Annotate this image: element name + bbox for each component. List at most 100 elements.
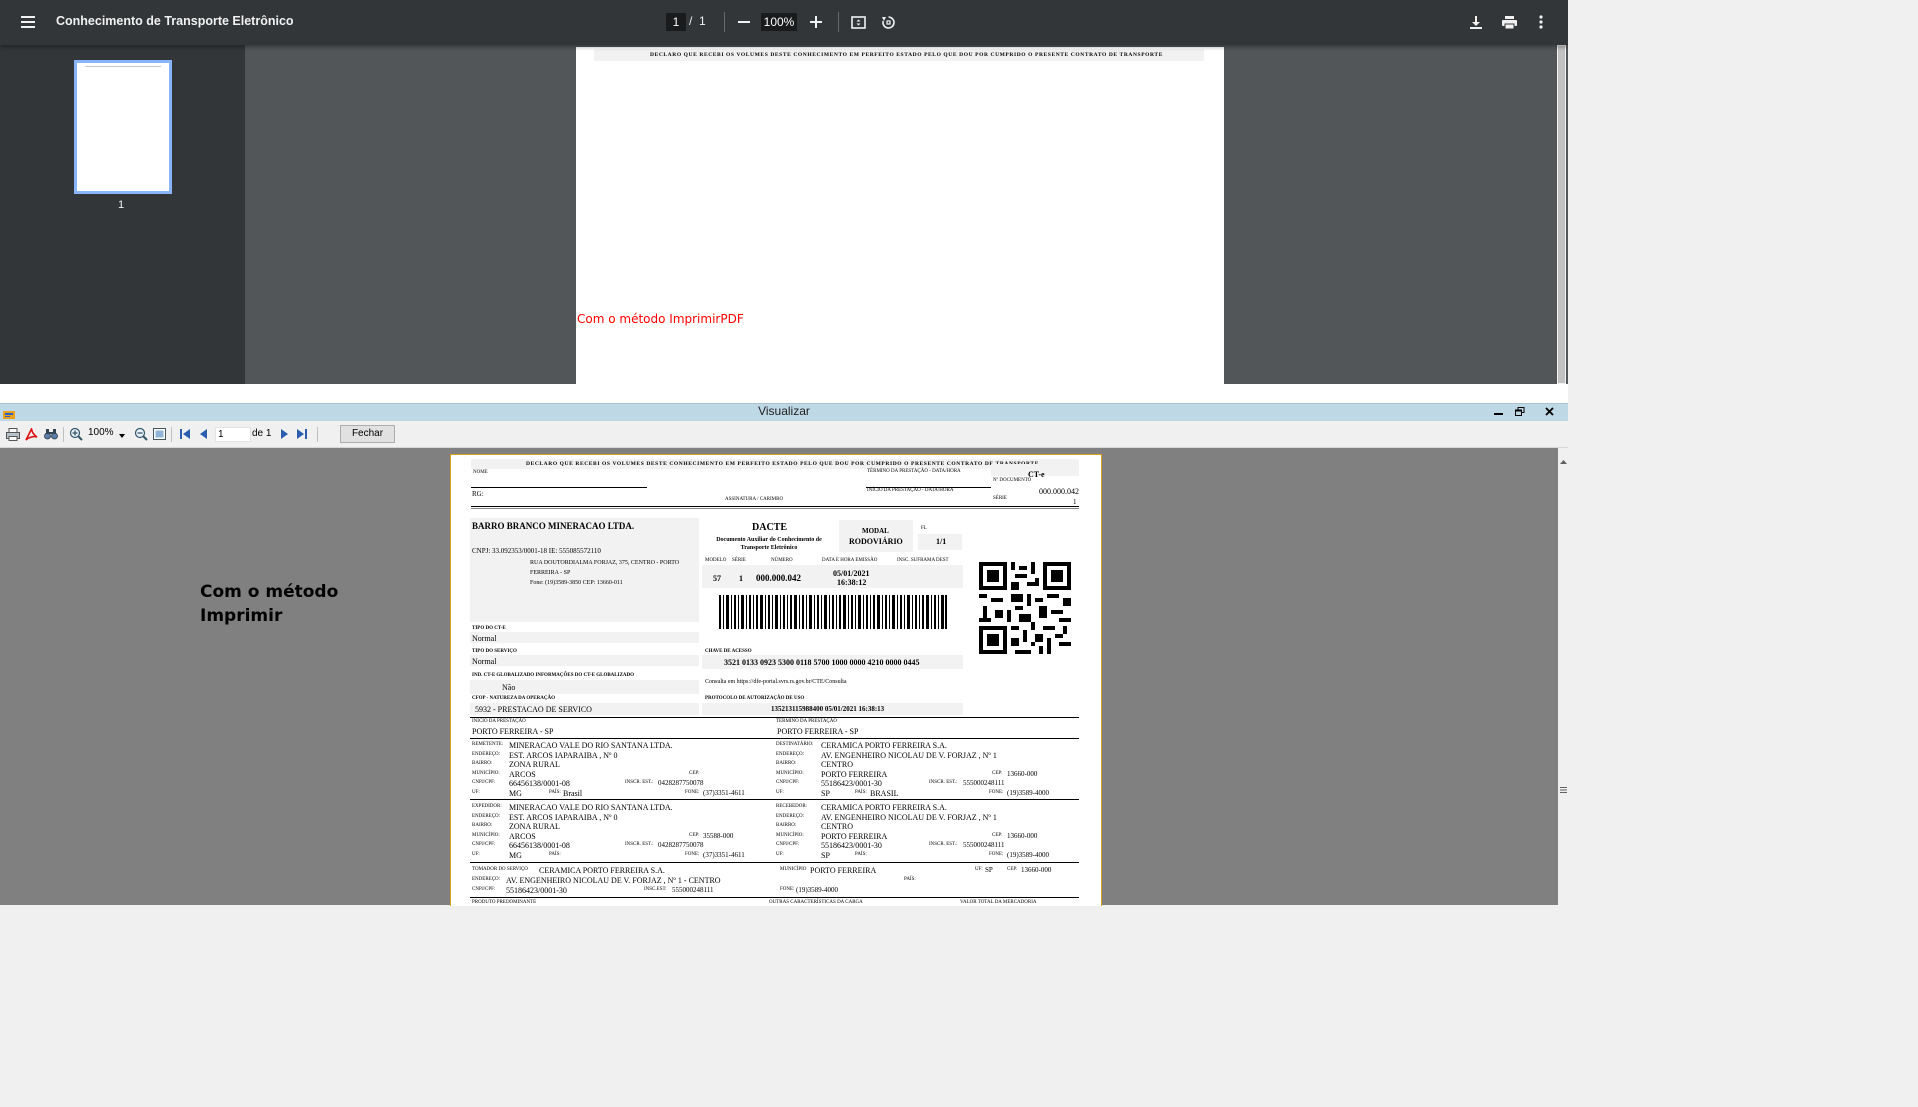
page-number-input[interactable]: 1 bbox=[666, 13, 686, 31]
close-icon[interactable] bbox=[1539, 404, 1559, 418]
remetente-inscr-label: INSCR. EST.: bbox=[625, 780, 654, 785]
expedidor-bairro-label: BAIRRO: bbox=[472, 823, 493, 828]
emitente-address-2: FERREIRA - SP bbox=[530, 570, 571, 576]
recebedor-cep: 13660-000 bbox=[1007, 832, 1038, 840]
numero-value: 000.000.042 bbox=[756, 573, 801, 583]
minimize-icon[interactable] bbox=[1488, 404, 1508, 418]
expedidor-endereco-label: ENDEREÇO: bbox=[472, 814, 501, 819]
first-page-icon[interactable] bbox=[177, 426, 193, 442]
more-options-icon[interactable] bbox=[1531, 12, 1551, 32]
recebedor-pais-label: PAÍS: bbox=[855, 852, 867, 857]
dacte-title: DACTE bbox=[752, 522, 788, 533]
download-icon[interactable] bbox=[1466, 12, 1486, 32]
pdf-export-icon[interactable] bbox=[23, 426, 39, 442]
expedidor-nome: MINERACAO VALE DO RIO SANTANA LTDA. bbox=[509, 803, 673, 812]
modal-value: RODOVIÁRIO bbox=[849, 537, 903, 546]
serie-label: SÉRIE bbox=[993, 496, 1007, 501]
expedidor-cnpj-label: CNPJ/CPF: bbox=[472, 842, 496, 847]
expedidor-label: EXPEDIDOR: bbox=[472, 804, 502, 809]
serie2-value: 1 bbox=[739, 574, 743, 583]
dacte-document: DECLARO QUE RECEBI OS VOLUMES DESTE CONH… bbox=[450, 454, 1102, 906]
emitente-fone: Fone: (19)3589-3850 CEP: 13660-011 bbox=[530, 580, 623, 586]
toolbar-divider bbox=[317, 427, 318, 442]
recebedor-cep-label: CEP: bbox=[992, 833, 1003, 838]
zoom-value: 100% bbox=[88, 427, 114, 438]
zoom-select[interactable]: 100% bbox=[88, 427, 126, 441]
divider bbox=[470, 897, 1079, 898]
expedidor-uf-label: UF: bbox=[472, 852, 480, 857]
numero-label: NÚMERO bbox=[771, 558, 793, 563]
scroll-up-icon[interactable] bbox=[1560, 451, 1567, 469]
tipo-servico-label: TIPO DO SERVIÇO bbox=[472, 649, 517, 654]
zoom-in-icon[interactable] bbox=[806, 12, 826, 32]
fit-page-icon[interactable] bbox=[848, 12, 868, 32]
ndoc-label: Nº DOCUMENTO bbox=[993, 478, 1032, 483]
toolbar-divider bbox=[724, 12, 725, 32]
qr-code bbox=[979, 562, 1071, 654]
tomador-municipio-label: MUNICÍPIO bbox=[780, 867, 807, 872]
inicio-datahora-label: INÍCIO DA PRESTAÇÃO - DATA/HORA bbox=[867, 488, 954, 493]
expedidor-municipio: ARCOS bbox=[509, 832, 536, 841]
remetente-endereco: EST. ARCOS IAPARAIBA , Nº 0 bbox=[509, 751, 618, 760]
globalizado-value: Não bbox=[502, 683, 516, 692]
pdf-scrollbar-thumb[interactable] bbox=[1558, 46, 1565, 383]
expedidor-cep: 35588-000 bbox=[703, 832, 734, 840]
zoom-out-icon[interactable] bbox=[734, 12, 754, 32]
previous-page-icon[interactable] bbox=[196, 426, 212, 442]
remetente-fone: (37)3351-4611 bbox=[703, 789, 745, 797]
zoom-input[interactable]: 100% bbox=[761, 13, 797, 31]
inicio-prest-label: INÍCIO DA PRESTAÇÃO bbox=[472, 719, 526, 724]
nome-line bbox=[471, 487, 647, 488]
produto-label: PRODUTO PREDOMINANTE bbox=[472, 900, 537, 905]
remetente-cep-label: CEP: bbox=[689, 771, 700, 776]
pdf-toolbar: Conhecimento de Transporte Eletrônico 1 … bbox=[0, 0, 1568, 45]
expedidor-cep-label: CEP: bbox=[689, 833, 700, 838]
recebedor-municipio: PORTO FERREIRA bbox=[821, 832, 888, 841]
print-icon[interactable] bbox=[5, 426, 21, 442]
valor-total-label: VALOR TOTAL DA MERCADORIA bbox=[960, 900, 1037, 905]
outras-caracteristicas-label: OUTRAS CARACTERÍSTICAS DA CARGA bbox=[769, 900, 863, 905]
rotate-icon[interactable] bbox=[878, 12, 898, 32]
recebedor-nome: CERAMICA PORTO FERREIRA S.A. bbox=[821, 803, 947, 812]
divider bbox=[470, 738, 1079, 739]
emissao-date: 05/01/2021 bbox=[833, 569, 870, 578]
destinatario-nome: CERAMICA PORTO FERREIRA S.A. bbox=[821, 741, 947, 750]
barcode bbox=[719, 595, 947, 629]
modelo-value: 57 bbox=[713, 574, 721, 583]
divider bbox=[471, 506, 1079, 507]
globalizado-label: IND. CT-E GLOBALIZADO INFORMAÇÕES DO CT-… bbox=[472, 673, 635, 678]
expedidor-pais-label: PAÍS: bbox=[549, 852, 561, 857]
next-page-icon[interactable] bbox=[276, 426, 292, 442]
datahora-line bbox=[866, 487, 991, 488]
expedidor-inscr: 0428287750078 bbox=[658, 841, 704, 849]
destinatario-cep: 13660-000 bbox=[1007, 770, 1038, 778]
report-scrollbar[interactable] bbox=[1558, 448, 1568, 905]
find-icon[interactable] bbox=[43, 426, 59, 442]
menu-icon[interactable] bbox=[18, 12, 38, 32]
toolbar-divider bbox=[171, 427, 172, 442]
destinatario-bairro: CENTRO bbox=[821, 760, 853, 769]
page-setup-icon[interactable] bbox=[151, 426, 167, 442]
last-page-icon[interactable] bbox=[294, 426, 310, 442]
recebedor-fone-label: FONE: bbox=[989, 852, 1004, 857]
tomador-endereco: AV. ENGENHEIRO NICOLAU DE V. FORJAZ , Nº… bbox=[506, 876, 721, 885]
document-title: Conhecimento de Transporte Eletrônico bbox=[56, 14, 294, 28]
pdf-viewer: Conhecimento de Transporte Eletrônico 1 … bbox=[0, 0, 1568, 384]
dropdown-arrow-icon bbox=[119, 430, 125, 441]
page-thumbnail[interactable] bbox=[74, 60, 172, 194]
tomador-uf-label: UF: bbox=[975, 867, 983, 872]
print-icon[interactable] bbox=[1499, 12, 1519, 32]
tomador-inscr: 555000248111 bbox=[672, 886, 714, 894]
zoom-out-icon[interactable] bbox=[133, 426, 149, 442]
page-total: 1 bbox=[699, 14, 706, 28]
expedidor-municipio-label: MUNICÍPIO: bbox=[472, 833, 500, 838]
destinatario-pais: BRASIL bbox=[870, 789, 899, 798]
destinatario-pais-label: PAÍS: bbox=[855, 790, 867, 795]
scroll-grip-icon[interactable] bbox=[1560, 780, 1567, 798]
inicio-prest-value: PORTO FERREIRA - SP bbox=[472, 727, 554, 736]
thumbnail-page-number: 1 bbox=[118, 199, 125, 211]
page-number-input[interactable]: 1 bbox=[215, 427, 251, 442]
restore-icon[interactable] bbox=[1510, 404, 1530, 418]
zoom-in-icon[interactable] bbox=[68, 426, 84, 442]
close-button[interactable]: Fechar bbox=[340, 425, 395, 443]
